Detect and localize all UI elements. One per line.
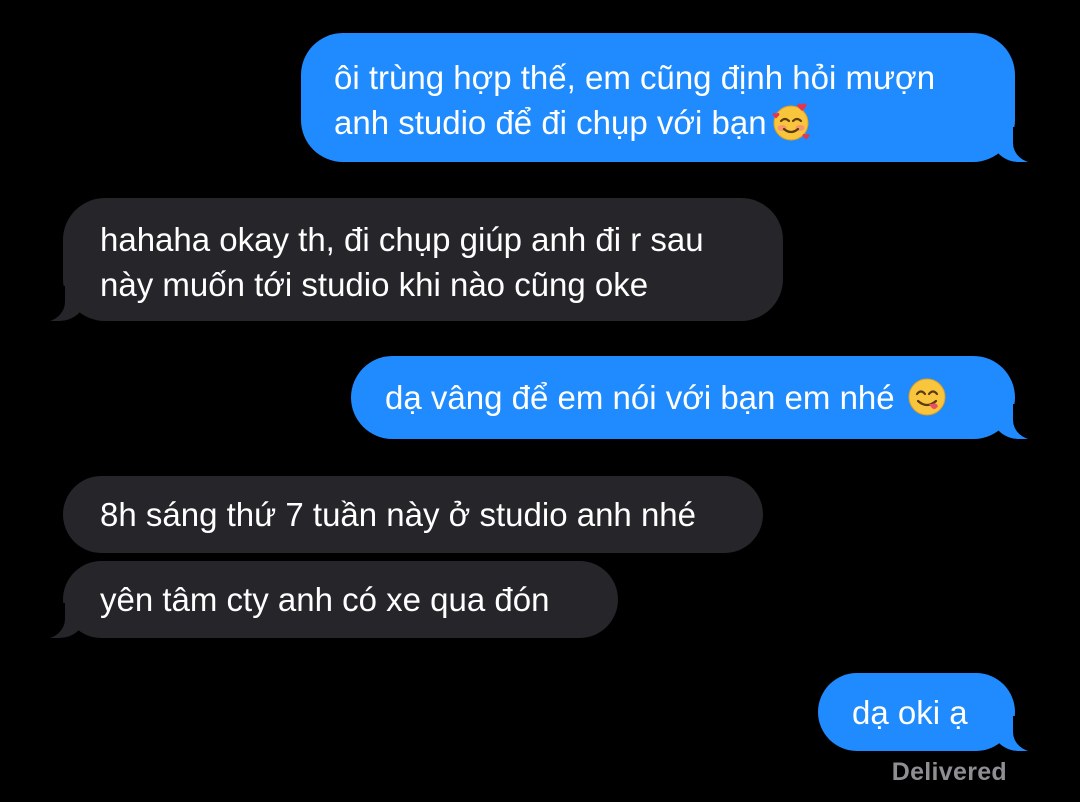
smiling-face-with-hearts-icon: [771, 102, 811, 142]
message-text-line: anh studio để đi chụp với bạn: [334, 100, 1015, 145]
incoming-message-bubble[interactable]: yên tâm cty anh có xe qua đón: [35, 561, 618, 639]
message-text: anh studio để đi chụp với bạn: [334, 104, 767, 141]
delivery-status: Delivered: [891, 758, 1007, 786]
message-thread: ôi trùng hợp thế, em cũng định hỏi mượn …: [0, 0, 1080, 802]
message-text-line: 8h sáng thứ 7 tuần này ở studio anh nhé: [100, 496, 696, 533]
message-text-line: hahaha okay th, đi chụp giúp anh đi r sa…: [100, 221, 704, 258]
incoming-message-bubble[interactable]: hahaha okay th, đi chụp giúp anh đi r sa…: [35, 198, 783, 322]
outgoing-message-bubble[interactable]: dạ oki ạ: [818, 673, 1043, 752]
message-text-line: dạ vâng để em nói với bạn em nhé: [385, 375, 1015, 420]
incoming-message-bubble[interactable]: 8h sáng thứ 7 tuần này ở studio anh nhé: [63, 476, 763, 553]
face-savoring-food-icon: [907, 377, 947, 417]
outgoing-message-bubble[interactable]: ôi trùng hợp thế, em cũng định hỏi mượn …: [301, 33, 1043, 163]
message-text: dạ vâng để em nói với bạn em nhé: [385, 379, 895, 416]
message-text-line: yên tâm cty anh có xe qua đón: [100, 581, 550, 618]
message-text-line: ôi trùng hợp thế, em cũng định hỏi mượn: [334, 59, 936, 96]
message-text-line: này muốn tới studio khi nào cũng oke: [100, 266, 649, 303]
message-text-line: dạ oki ạ: [852, 694, 968, 731]
outgoing-message-bubble[interactable]: dạ vâng để em nói với bạn em nhé: [351, 356, 1043, 440]
